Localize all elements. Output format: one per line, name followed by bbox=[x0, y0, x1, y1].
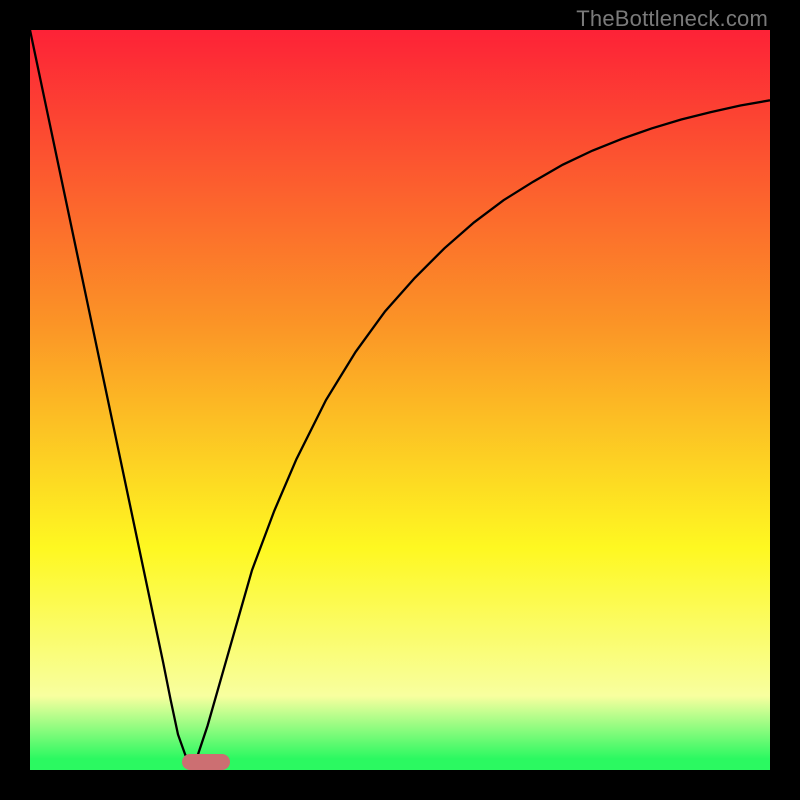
bottleneck-marker bbox=[182, 754, 230, 770]
watermark-text: TheBottleneck.com bbox=[576, 6, 768, 32]
chart-frame: TheBottleneck.com bbox=[0, 0, 800, 800]
plot-area bbox=[30, 30, 770, 770]
right-branch-path bbox=[193, 100, 770, 770]
left-branch-path bbox=[30, 30, 193, 770]
curve-layer bbox=[30, 30, 770, 770]
